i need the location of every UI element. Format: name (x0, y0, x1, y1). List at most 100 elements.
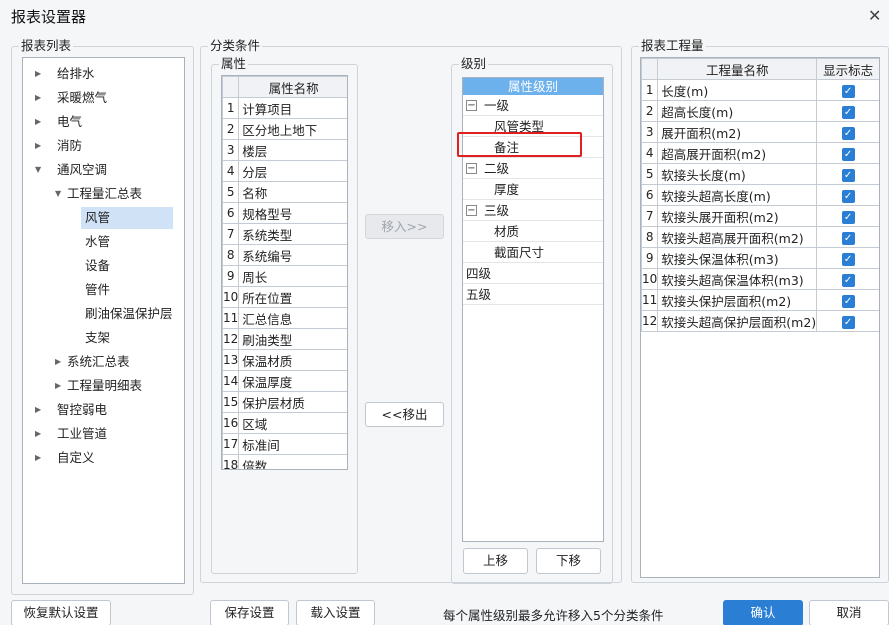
quantity-name: 软接头保护层面积(m2) (657, 289, 818, 311)
collapse-icon[interactable]: − (466, 163, 477, 174)
attribute-row[interactable]: 8 系统编号 (222, 244, 347, 266)
attribute-row[interactable]: 16 区域 (222, 412, 347, 434)
levels-label: 级别 (459, 56, 489, 72)
show-flag-cell: ✓ (816, 100, 879, 122)
quantity-row[interactable]: 8 软接头超高展开面积(m2) ✓ (641, 226, 879, 248)
attribute-row[interactable]: 13 保温材质 (222, 349, 347, 371)
show-flag-cell: ✓ (816, 142, 879, 164)
checkbox-checked-icon[interactable]: ✓ (841, 295, 855, 308)
show-flag-header: 显示标志 (816, 58, 879, 80)
cancel-button[interactable]: 取消 (809, 600, 889, 625)
expand-icon[interactable]: ▶ (55, 375, 61, 397)
level-1[interactable]: − 一级 (463, 95, 603, 116)
quantity-row[interactable]: 7 软接头展开面积(m2) ✓ (641, 205, 879, 227)
level-item[interactable]: 截面尺寸 (463, 242, 603, 263)
collapse-icon[interactable]: ▼ (35, 159, 41, 181)
attribute-row[interactable]: 12 刷油类型 (222, 328, 347, 350)
level-5[interactable]: 五级 (463, 284, 603, 305)
report-list-label: 报表列表 (19, 38, 74, 54)
attribute-row[interactable]: 5 名称 (222, 181, 347, 203)
level-item[interactable]: 厚度 (463, 179, 603, 200)
checkbox-checked-icon[interactable]: ✓ (841, 127, 855, 140)
level-2[interactable]: − 二级 (463, 158, 603, 179)
row-number: 4 (222, 160, 240, 182)
attribute-row[interactable]: 14 保温厚度 (222, 370, 347, 392)
checkbox-checked-icon[interactable]: ✓ (841, 169, 855, 182)
checkbox-checked-icon[interactable]: ✓ (841, 211, 855, 224)
quantity-row[interactable]: 12 软接头超高保护层面积(m2) ✓ (641, 310, 879, 332)
save-settings-button[interactable]: 保存设置 (210, 600, 289, 625)
tree-item-support[interactable]: 支架 (85, 327, 110, 349)
tree-item-label: 工程量明细表 (67, 378, 143, 393)
row-number: 13 (222, 349, 240, 371)
collapse-icon[interactable]: − (466, 205, 477, 216)
level-4[interactable]: 四级 (463, 263, 603, 284)
attribute-row[interactable]: 6 规格型号 (222, 202, 347, 224)
tree-item-coating[interactable]: 刷油保温保护层 (85, 303, 173, 325)
expand-icon[interactable]: ▶ (35, 399, 41, 421)
checkbox-checked-icon[interactable]: ✓ (841, 316, 855, 329)
attribute-row[interactable]: 18 倍数 (222, 454, 347, 469)
quantity-row[interactable]: 2 超高长度(m) ✓ (641, 100, 879, 122)
collapse-icon[interactable]: ▼ (55, 183, 61, 205)
quantity-row[interactable]: 4 超高展开面积(m2) ✓ (641, 142, 879, 164)
expand-icon[interactable]: ▶ (35, 447, 41, 469)
quantity-row[interactable]: 10 软接头超高保温体积(m3) ✓ (641, 268, 879, 290)
quantity-row[interactable]: 1 长度(m) ✓ (641, 79, 879, 101)
expand-icon[interactable]: ▶ (35, 423, 41, 445)
quantity-row[interactable]: 3 展开面积(m2) ✓ (641, 121, 879, 143)
checkbox-checked-icon[interactable]: ✓ (841, 148, 855, 161)
expand-icon[interactable]: ▶ (35, 63, 41, 85)
expand-icon[interactable]: ▶ (35, 111, 41, 133)
attribute-row[interactable]: 11 汇总信息 (222, 307, 347, 329)
attribute-name: 刷油类型 (238, 328, 347, 350)
checkbox-checked-icon[interactable]: ✓ (841, 85, 855, 98)
tree-item-duct[interactable]: 风管 (81, 207, 173, 229)
quantity-row[interactable]: 11 软接头保护层面积(m2) ✓ (641, 289, 879, 311)
quantity-row[interactable]: 5 软接头长度(m) ✓ (641, 163, 879, 185)
attribute-row[interactable]: 9 周长 (222, 265, 347, 287)
attribute-row[interactable]: 2 区分地上地下 (222, 118, 347, 140)
attribute-row[interactable]: 17 标准间 (222, 433, 347, 455)
quantity-name: 展开面积(m2) (657, 121, 818, 143)
show-flag-cell: ✓ (816, 205, 879, 227)
tree-item-pipe[interactable]: 水管 (85, 231, 110, 253)
attribute-row[interactable]: 10 所在位置 (222, 286, 347, 308)
move-up-button[interactable]: 上移 (463, 548, 528, 574)
attribute-row[interactable]: 15 保护层材质 (222, 391, 347, 413)
attribute-row[interactable]: 4 分层 (222, 160, 347, 182)
quantity-name: 超高展开面积(m2) (657, 142, 818, 164)
collapse-icon[interactable]: − (466, 100, 477, 111)
level-3[interactable]: − 三级 (463, 200, 603, 221)
restore-default-button[interactable]: 恢复默认设置 (11, 600, 111, 625)
tree-item-fittings[interactable]: 管件 (85, 279, 110, 301)
quantity-row[interactable]: 9 软接头保温体积(m3) ✓ (641, 247, 879, 269)
tree-item-label: 自定义 (57, 450, 95, 465)
row-number: 2 (641, 100, 659, 122)
row-number: 12 (222, 328, 240, 350)
level-item[interactable]: 材质 (463, 221, 603, 242)
quantity-name: 软接头展开面积(m2) (657, 205, 818, 227)
expand-icon[interactable]: ▶ (55, 351, 61, 373)
confirm-button[interactable]: 确认 (723, 600, 803, 625)
checkbox-checked-icon[interactable]: ✓ (841, 253, 855, 266)
load-settings-button[interactable]: 载入设置 (296, 600, 375, 625)
expand-icon[interactable]: ▶ (35, 135, 41, 157)
close-icon[interactable]: ✕ (868, 6, 881, 25)
checkbox-checked-icon[interactable]: ✓ (841, 274, 855, 287)
move-in-button[interactable]: 移入>> (365, 214, 444, 239)
checkbox-checked-icon[interactable]: ✓ (841, 190, 855, 203)
checkbox-checked-icon[interactable]: ✓ (841, 232, 855, 245)
row-number: 11 (222, 307, 240, 329)
move-out-button[interactable]: <<移出 (365, 402, 444, 427)
attribute-name: 倍数 (238, 454, 347, 469)
attributes-table: 属性名称 1 计算项目 2 区分地上地下 3 楼层 4 分层 5 名称 6 规格型号 7 系统类型 8 系统编… (221, 75, 348, 470)
tree-item-equipment[interactable]: 设备 (85, 255, 110, 277)
attribute-row[interactable]: 7 系统类型 (222, 223, 347, 245)
attribute-row[interactable]: 3 楼层 (222, 139, 347, 161)
expand-icon[interactable]: ▶ (35, 87, 41, 109)
attribute-row[interactable]: 1 计算项目 (222, 97, 347, 119)
move-down-button[interactable]: 下移 (536, 548, 601, 574)
quantity-row[interactable]: 6 软接头超高长度(m) ✓ (641, 184, 879, 206)
checkbox-checked-icon[interactable]: ✓ (841, 106, 855, 119)
